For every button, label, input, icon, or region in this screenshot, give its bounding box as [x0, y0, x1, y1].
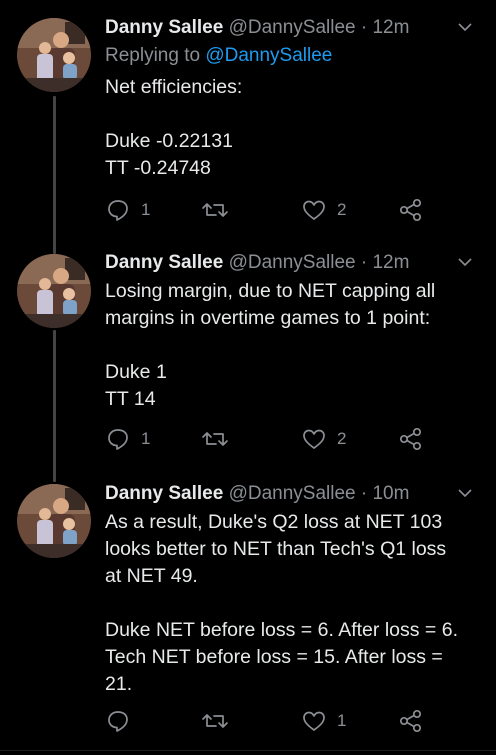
avatar[interactable] [17, 484, 91, 558]
tweet-line: Duke 1 [105, 361, 167, 383]
avatar-photo [17, 484, 91, 558]
timestamp[interactable]: 12m [372, 17, 409, 38]
reply-button[interactable]: 1 [105, 196, 150, 224]
retweet-button[interactable] [201, 425, 239, 453]
heart-icon [303, 429, 325, 449]
tweet[interactable]: Danny Sallee @DannySallee · 12m Losing m… [0, 240, 496, 473]
tweet-header: Danny Sallee @DannySallee · 12m [105, 251, 474, 275]
reply-count: 1 [141, 429, 151, 448]
tweet[interactable]: Danny Sallee @DannySallee · 10m As a res… [0, 473, 496, 755]
tweet-line: Duke -0.22131 [105, 130, 233, 152]
tweet-line: margins in overtime games to 1 point: [105, 307, 431, 329]
heart-icon [303, 200, 325, 220]
tweet-text: Losing margin, due to NET capping all ma… [105, 278, 474, 413]
tweet-text: Net efficiencies: Duke -0.22131 TT -0.24… [105, 74, 474, 182]
separator-dot: · [360, 252, 368, 273]
heart-icon [303, 711, 325, 731]
replying-to-prefix: Replying to [105, 45, 201, 66]
tweet-text: As a result, Duke's Q2 loss at NET 103 l… [105, 509, 474, 698]
share-icon [399, 709, 422, 733]
chevron-down-icon[interactable] [456, 253, 474, 278]
tweet-line: at NET 49. [105, 565, 198, 587]
chevron-down-icon[interactable] [456, 18, 474, 43]
tweet-line: Tech NET before loss = 15. After loss = [105, 646, 443, 668]
timestamp[interactable]: 12m [372, 252, 409, 273]
avatar-photo [17, 18, 91, 92]
like-button[interactable]: 2 [301, 196, 346, 224]
reply-button[interactable] [105, 707, 141, 735]
tweet-line: As a result, Duke's Q2 loss at NET 103 [105, 511, 443, 533]
user-handle[interactable]: @DannySallee [229, 17, 356, 38]
tweet-line: 21. [105, 673, 133, 695]
retweet-button[interactable] [201, 196, 239, 224]
tweet-line: Duke NET before loss = 6. After loss = 6… [105, 619, 458, 641]
tweet-actions: 1 [105, 707, 435, 735]
retweet-icon [202, 432, 228, 446]
chevron-down-icon[interactable] [456, 484, 474, 509]
avatar[interactable] [17, 18, 91, 92]
retweet-button[interactable] [201, 707, 239, 735]
share-button[interactable] [398, 196, 424, 224]
like-button[interactable]: 1 [301, 707, 346, 735]
display-name[interactable]: Danny Sallee [105, 252, 223, 273]
tweet-line [105, 590, 474, 617]
like-count: 2 [337, 200, 347, 219]
reply-icon [108, 429, 128, 450]
share-button[interactable] [398, 425, 424, 453]
tweet-actions: 1 2 [105, 425, 435, 453]
reply-icon [108, 200, 128, 221]
tweet-header: Danny Sallee @DannySallee · 10m [105, 482, 474, 506]
like-count: 2 [337, 429, 347, 448]
tweet[interactable]: Danny Sallee @DannySallee · 12m Replying… [0, 0, 496, 240]
tweet-line [105, 332, 474, 359]
tweet-line: Net efficiencies: [105, 76, 243, 98]
display-name[interactable]: Danny Sallee [105, 17, 223, 38]
tweet-header: Danny Sallee @DannySallee · 12m [105, 16, 474, 40]
separator-dot: · [360, 483, 368, 504]
like-count: 1 [337, 711, 347, 730]
separator-dot: · [360, 17, 368, 38]
display-name[interactable]: Danny Sallee [105, 483, 223, 504]
user-handle[interactable]: @DannySallee [229, 252, 356, 273]
replying-to: Replying to @DannySallee [105, 43, 474, 69]
avatar[interactable] [17, 254, 91, 328]
timestamp[interactable]: 10m [372, 483, 409, 504]
reply-icon [108, 711, 128, 732]
reply-button[interactable]: 1 [105, 425, 150, 453]
tweet-line: Losing margin, due to NET capping all [105, 280, 436, 302]
tweet-line: TT -0.24748 [105, 157, 211, 179]
reply-count: 1 [141, 200, 151, 219]
tweet-line: looks better to NET than Tech's Q1 loss [105, 538, 447, 560]
like-button[interactable]: 2 [301, 425, 346, 453]
tweet-line [105, 101, 474, 128]
tweet-line: TT 14 [105, 388, 156, 410]
replying-to-link[interactable]: @DannySallee [205, 45, 332, 66]
retweet-icon [202, 714, 228, 728]
share-icon [399, 198, 422, 222]
avatar-photo [17, 254, 91, 328]
retweet-icon [202, 203, 228, 217]
bottom-divider [0, 750, 496, 751]
tweet-actions: 1 2 [105, 196, 435, 224]
user-handle[interactable]: @DannySallee [229, 483, 356, 504]
share-button[interactable] [398, 707, 424, 735]
share-icon [399, 427, 422, 451]
